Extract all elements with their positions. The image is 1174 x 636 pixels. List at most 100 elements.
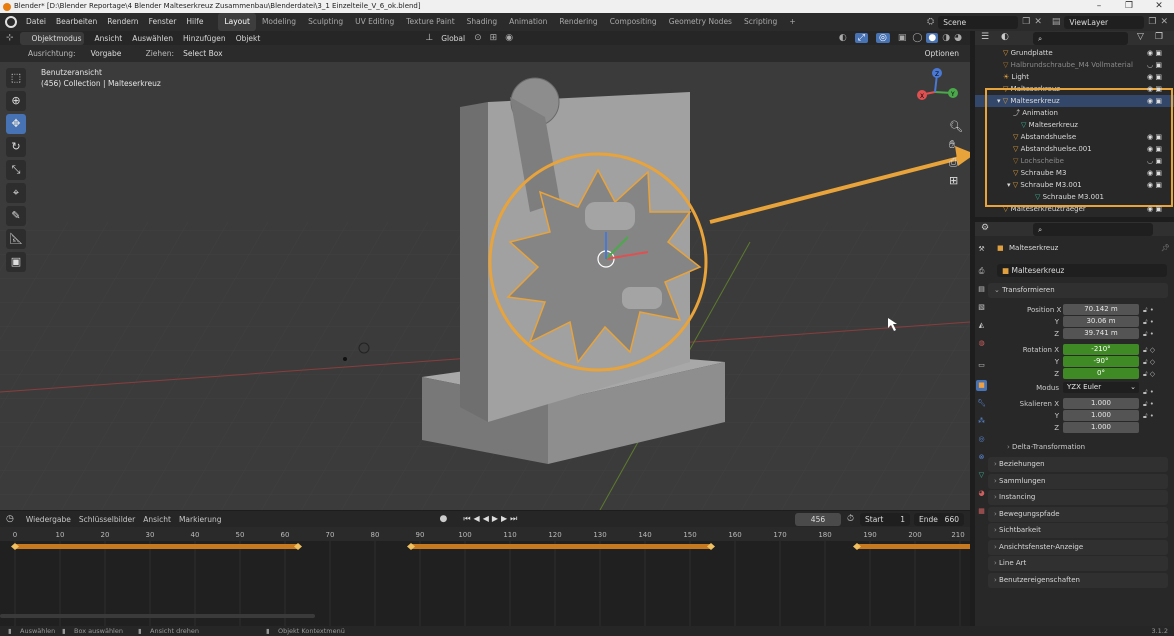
start-frame-field[interactable]: Start 1: [860, 512, 910, 526]
position-y-field[interactable]: 30.06 m: [1063, 316, 1139, 327]
material-shading-icon[interactable]: ◑: [942, 33, 950, 43]
timeline-scrollbar[interactable]: [0, 614, 315, 618]
rotate-tool-icon[interactable]: ↻: [6, 137, 26, 157]
lock-icon[interactable]: 🔓︎ ◇: [1143, 368, 1171, 380]
delete-view-layer-icon[interactable]: ✕: [1160, 17, 1168, 27]
collection-tab-icon[interactable]: ▭: [976, 360, 987, 371]
outliner-item-light[interactable]: ☀ Light: [975, 71, 1174, 83]
select-tool-icon[interactable]: ⬚: [6, 68, 26, 88]
options-dropdown[interactable]: Optionen: [919, 47, 964, 60]
record-icon[interactable]: ●: [440, 514, 448, 524]
panel-sichtbarkeit[interactable]: › Sichtbarkeit: [988, 523, 1168, 538]
camera-view-icon[interactable]: ⎙: [949, 156, 958, 169]
material-tab-icon[interactable]: ◕: [976, 488, 987, 499]
current-frame-field[interactable]: 456: [794, 512, 841, 526]
playback-controls-icon[interactable]: ⏮◀◀▶▶⏭: [463, 514, 520, 524]
panel-ansichtsfenster-anzeige[interactable]: › Ansichtsfenster-Anzeige: [988, 540, 1168, 555]
panel-instancing[interactable]: › Instancing: [988, 490, 1168, 505]
output-tab-icon[interactable]: ▤: [976, 284, 987, 295]
rotation-mode-select[interactable]: YZX Euler ⌄: [1063, 382, 1139, 393]
delete-scene-icon[interactable]: ✕: [1034, 17, 1042, 27]
eye-icon[interactable]: ◉ ▣: [1147, 203, 1171, 215]
overlays-toggle-icon[interactable]: ◎: [875, 33, 890, 43]
ziehen-selector[interactable]: Select Box: [178, 47, 227, 60]
scale-x-field[interactable]: 1.000: [1063, 398, 1139, 409]
timeline-editor[interactable]: 0 10 20 30 40 50 60 70 80 90 100 110 120…: [0, 511, 970, 626]
menu-markierung[interactable]: Markierung: [175, 515, 226, 524]
outliner-editor-icon[interactable]: ☰: [981, 32, 989, 42]
eye-icon[interactable]: ◉ ▣: [1147, 179, 1171, 191]
add-workspace-button[interactable]: +: [783, 13, 801, 31]
texture-tab-icon[interactable]: ▦: [976, 506, 987, 517]
editor-type-icon[interactable]: ⊹: [6, 33, 14, 43]
tab-layout[interactable]: Layout: [218, 13, 256, 31]
end-frame-field[interactable]: Ende 660: [914, 512, 964, 526]
physics-tab-icon[interactable]: ◎: [976, 434, 987, 445]
tab-scripting[interactable]: Scripting: [738, 13, 783, 31]
tab-modeling[interactable]: Modeling: [256, 13, 302, 31]
panel-bewegungspfade[interactable]: › Bewegungspfade: [988, 507, 1168, 522]
eye-icon[interactable]: ◡ ▣: [1147, 59, 1171, 71]
view-layer-selector[interactable]: ViewLayer: [1064, 15, 1145, 29]
zoom-icon[interactable]: 🔍︎: [949, 120, 963, 133]
keyframe-bar[interactable]: [411, 544, 711, 549]
new-view-layer-icon[interactable]: ❐: [1148, 17, 1156, 27]
panel-beziehungen[interactable]: › Beziehungen: [988, 457, 1168, 472]
scale-y-field[interactable]: 1.000: [1063, 410, 1139, 421]
visibility-icon[interactable]: ◐: [839, 33, 847, 43]
tab-sculpting[interactable]: Sculpting: [302, 13, 349, 31]
outliner-item-halbrundschraube[interactable]: ▽ Halbrundschraube_M4 Vollmaterial: [975, 59, 1174, 71]
eye-icon[interactable]: ◉ ▣: [1147, 71, 1171, 83]
transform-panel-header[interactable]: ⌄ Transformieren: [988, 283, 1168, 298]
annotate-tool-icon[interactable]: ✎: [6, 206, 26, 226]
eye-icon[interactable]: ◡ ▣: [1147, 155, 1171, 167]
lock-icon[interactable]: 🔓︎ ◇: [1143, 356, 1171, 368]
panel-benutzereigenschaften[interactable]: › Benutzereigenschaften: [988, 573, 1168, 588]
perspective-toggle-icon[interactable]: ⊞: [949, 174, 958, 187]
panel-sammlungen[interactable]: › Sammlungen: [988, 474, 1168, 489]
tab-shading[interactable]: Shading: [461, 13, 503, 31]
measure-tool-icon[interactable]: 📐︎: [6, 229, 26, 249]
rotation-y-field[interactable]: -90°: [1063, 356, 1139, 367]
outliner-item-grundplatte[interactable]: ▽ Grundplatte: [975, 47, 1174, 59]
transform-tool-icon[interactable]: ⌖: [6, 183, 26, 203]
menu-hinzufuegen[interactable]: Hinzufügen: [178, 34, 231, 43]
object-tab-icon[interactable]: ■: [976, 380, 987, 391]
panel-line-art[interactable]: › Line Art: [988, 556, 1168, 571]
tab-compositing[interactable]: Compositing: [604, 13, 663, 31]
keyframe-bar[interactable]: [857, 544, 970, 549]
lock-icon[interactable]: 🔓︎ •: [1143, 386, 1171, 398]
add-cube-tool-icon[interactable]: ▣: [6, 252, 26, 272]
menu-objekt[interactable]: Objekt: [231, 34, 266, 43]
keyframe-bars[interactable]: [11, 543, 970, 550]
move-tool-icon[interactable]: ✥: [6, 114, 26, 134]
rendered-shading-icon[interactable]: ◕: [954, 33, 962, 43]
rotation-x-field[interactable]: -210°: [1063, 344, 1139, 355]
menu-fenster[interactable]: Fenster: [144, 13, 182, 31]
lock-icon[interactable]: 🔓︎ •: [1143, 410, 1171, 422]
world-tab-icon[interactable]: ◍: [976, 338, 987, 349]
tab-rendering[interactable]: Rendering: [553, 13, 603, 31]
lock-icon[interactable]: 🔓︎ •: [1143, 398, 1171, 410]
scene-tab-icon[interactable]: ◭: [976, 320, 987, 331]
wireframe-shading-icon[interactable]: ◯: [912, 33, 922, 43]
scale-z-field[interactable]: 1.000: [1063, 422, 1139, 433]
xray-icon[interactable]: ▣: [898, 33, 907, 43]
lock-icon[interactable]: 🔓︎ ◇: [1143, 344, 1171, 356]
eye-icon[interactable]: ◉ ▣: [1147, 95, 1171, 107]
eye-icon[interactable]: ◉ ▣: [1147, 47, 1171, 59]
lock-icon[interactable]: 🔓︎ •: [1143, 304, 1171, 316]
constraints-tab-icon[interactable]: ⊗: [976, 452, 987, 463]
snap-icon[interactable]: ⊞: [490, 33, 498, 43]
object-name-field[interactable]: ■ Malteserkreuz: [997, 264, 1167, 277]
viewport-scene[interactable]: X Y Z 🔍︎ ✋︎ ⎙ ⊞: [0, 62, 970, 510]
scale-tool-icon[interactable]: ⤡: [6, 160, 26, 180]
blender-logo-icon[interactable]: [5, 16, 17, 28]
lock-icon[interactable]: 🔓︎ •: [1143, 316, 1171, 328]
close-button[interactable]: ✕: [1144, 0, 1174, 13]
pan-hand-icon[interactable]: ✋︎: [949, 138, 955, 151]
eye-icon[interactable]: ◉ ▣: [1147, 83, 1171, 95]
data-tab-icon[interactable]: ▽: [976, 470, 987, 481]
menu-datei[interactable]: Datei: [21, 13, 51, 31]
properties-editor-icon[interactable]: ⚙: [981, 223, 989, 233]
